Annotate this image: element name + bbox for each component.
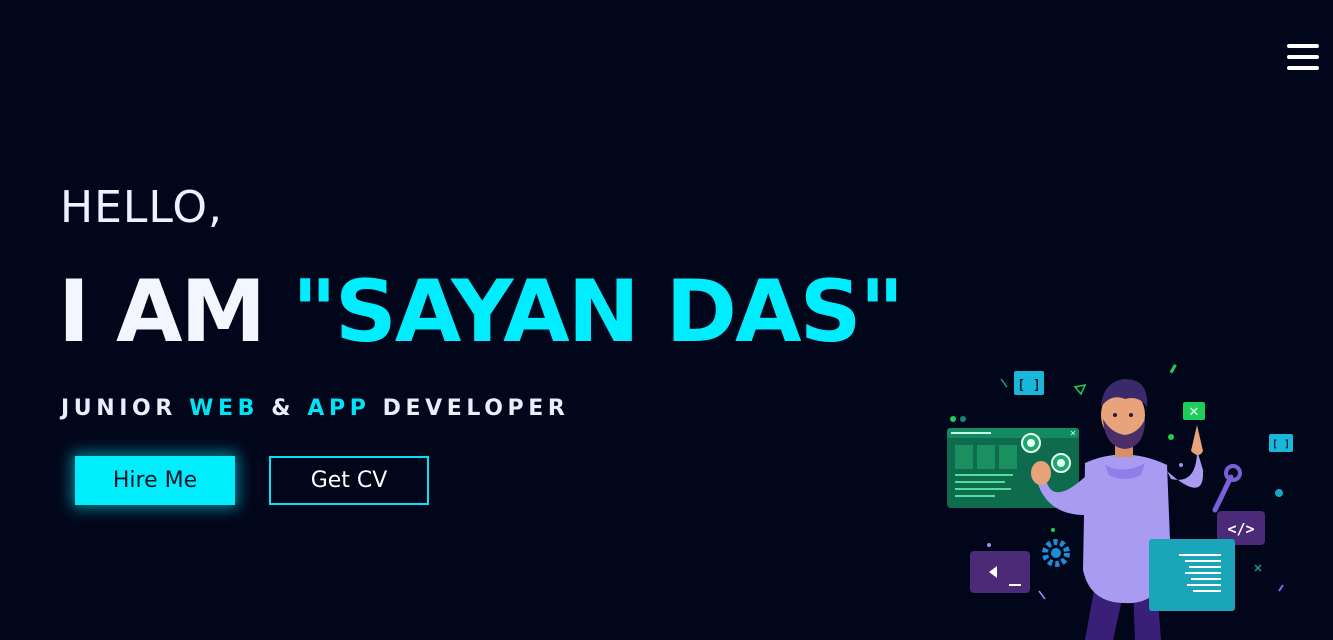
role-prefix: JUNIOR xyxy=(61,396,190,421)
role-subtitle: JUNIOR WEB & APP DEVELOPER xyxy=(61,396,569,421)
svg-text:✕: ✕ xyxy=(1189,405,1200,420)
role-suffix: DEVELOPER xyxy=(370,396,570,421)
hire-me-button[interactable]: Hire Me xyxy=(75,456,235,505)
play-window xyxy=(970,551,1030,593)
greeting: HELLO, xyxy=(60,182,223,233)
bracket-badge-small: [ ] xyxy=(1269,434,1293,452)
intro-text: I AM xyxy=(58,262,293,362)
gear-icon xyxy=(1042,539,1070,567)
developer-name: "SAYAN DAS" xyxy=(292,262,904,362)
document-icon xyxy=(1149,539,1235,611)
page-title: I AM "SAYAN DAS" xyxy=(58,262,904,362)
bracket-badge: [ ] xyxy=(1014,371,1044,395)
bracket-text: [ ] xyxy=(1017,378,1040,393)
code-tag-text: </> xyxy=(1227,520,1254,538)
role-web: WEB xyxy=(189,396,260,421)
wrench-icon xyxy=(1212,464,1242,513)
svg-text:✕: ✕ xyxy=(1070,429,1077,438)
close-badge: ✕ xyxy=(1183,402,1205,420)
bracket-text-small: [ ] xyxy=(1272,439,1290,450)
get-cv-button[interactable]: Get CV xyxy=(269,456,429,505)
developer-illustration: [ ] [ ] ✕ ✕ </> xyxy=(947,364,1293,640)
role-app: APP xyxy=(307,396,371,421)
role-amp: & xyxy=(259,396,308,421)
hamburger-menu-icon[interactable] xyxy=(1287,44,1319,74)
